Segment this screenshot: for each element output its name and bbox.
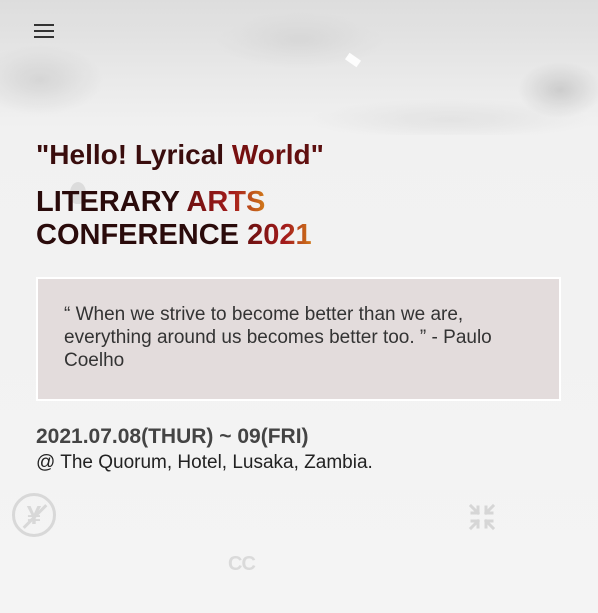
page: "Hello! Lyrical World" LITERARY ARTS CON…: [0, 0, 598, 613]
background-photo: [0, 0, 598, 135]
menu-bar: [34, 24, 54, 26]
conference-heading: LITERARY ARTS CONFERENCE 2021: [36, 186, 366, 252]
quote-text: “ When we strive to become better than w…: [64, 304, 492, 371]
menu-bar: [34, 36, 54, 38]
heading-line2-b: 2021: [247, 219, 312, 251]
quote-box: “ When we strive to become better than w…: [36, 277, 561, 401]
event-venue: @ The Quorum, Hotel, Lusaka, Zambia.: [36, 452, 373, 473]
hero-title: "Hello! Lyrical World": [36, 139, 324, 171]
hero-title-highlight: World": [231, 139, 324, 170]
no-yen-icon[interactable]: ¥: [12, 493, 56, 537]
heading-line2-a: CONFERENCE: [36, 219, 248, 251]
hamburger-menu-icon[interactable]: [34, 24, 54, 42]
hero-title-prefix: "Hello! Lyrical: [36, 139, 232, 170]
exit-fullscreen-icon[interactable]: [468, 503, 496, 531]
closed-captions-icon[interactable]: CC: [228, 553, 256, 576]
event-date: 2021.07.08(THUR) ~ 09(FRI): [36, 425, 309, 448]
menu-bar: [34, 30, 54, 32]
heading-line1-a: LITERARY: [36, 186, 187, 218]
heading-line1-b: ARTS: [186, 186, 266, 218]
